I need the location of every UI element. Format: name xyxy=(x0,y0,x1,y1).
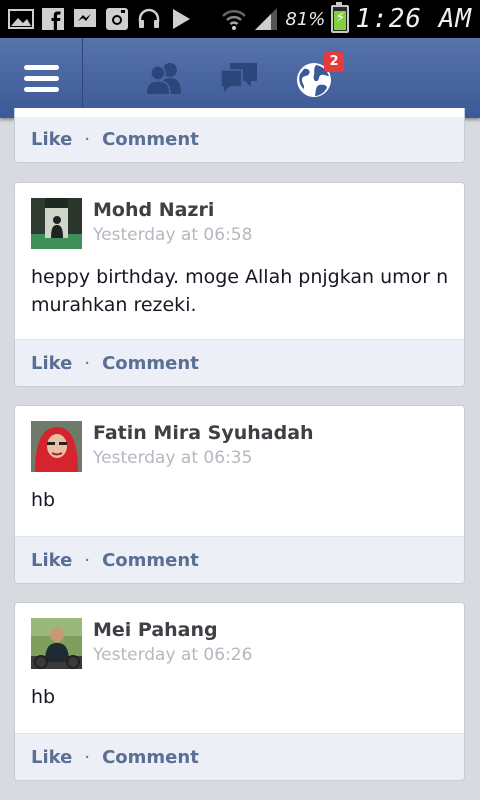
post-actions: Like · Comment xyxy=(15,117,464,162)
friend-requests-icon xyxy=(145,63,181,96)
commenter-name[interactable]: Fatin Mira Syuhadah xyxy=(93,422,314,444)
commenter-name[interactable]: Mei Pahang xyxy=(93,619,218,641)
commenter-name[interactable]: Mohd Nazri xyxy=(93,199,214,221)
battery-percent: 81% xyxy=(285,8,326,30)
signal-icon xyxy=(253,7,279,31)
facebook-icon xyxy=(40,7,66,31)
comment-button[interactable]: Comment xyxy=(102,129,199,150)
comment-button[interactable]: Comment xyxy=(102,353,199,374)
action-separator: · xyxy=(84,746,91,768)
messages-icon xyxy=(220,63,257,96)
comment-text: heppy birthday. moge Allah pnjgkan umor … xyxy=(31,266,449,316)
comment-timestamp: Yesterday at 06:26 xyxy=(93,645,253,665)
comment-timestamp: Yesterday at 06:58 xyxy=(93,225,253,245)
comment-actions: Like · Comment xyxy=(15,733,464,780)
menu-button[interactable] xyxy=(0,38,83,118)
play-store-icon xyxy=(168,7,194,31)
headphones-icon xyxy=(136,7,162,31)
like-button[interactable]: Like xyxy=(31,550,72,571)
comment-timestamp: Yesterday at 06:35 xyxy=(93,448,253,468)
gallery-icon xyxy=(8,7,34,31)
battery-charging-icon: ⚡ xyxy=(331,2,350,33)
messenger-icon xyxy=(72,7,98,31)
instagram-icon xyxy=(104,7,130,31)
friend-requests-button[interactable] xyxy=(143,60,185,98)
comment-card: Mohd Nazri Yesterday at 06:58 heppy birt… xyxy=(14,182,465,387)
notification-badge: 2 xyxy=(324,52,344,72)
previous-post-card: Like · Comment xyxy=(14,108,465,163)
like-button[interactable]: Like xyxy=(31,747,72,768)
comment-button[interactable]: Comment xyxy=(102,550,199,571)
status-bar: 81% ⚡ 1:26 AM xyxy=(0,0,480,38)
notifications-button[interactable]: 2 xyxy=(294,52,344,98)
like-button[interactable]: Like xyxy=(31,353,72,374)
action-separator: · xyxy=(84,352,91,374)
action-separator: · xyxy=(84,129,91,150)
comment-text: hb xyxy=(31,489,56,511)
messages-button[interactable] xyxy=(218,60,260,98)
comment-actions: Like · Comment xyxy=(15,536,464,583)
wifi-icon xyxy=(221,7,247,31)
comment-actions: Like · Comment xyxy=(15,339,464,386)
comment-card: Mei Pahang Yesterday at 06:26 hb Like · … xyxy=(14,602,465,781)
action-separator: · xyxy=(84,549,91,571)
avatar[interactable] xyxy=(31,421,82,472)
comment-text: hb xyxy=(31,686,56,708)
clock: 1:26 AM xyxy=(355,4,472,34)
comment-card: Fatin Mira Syuhadah Yesterday at 06:35 h… xyxy=(14,405,465,584)
comment-button[interactable]: Comment xyxy=(102,747,199,768)
menu-icon xyxy=(24,65,59,98)
facebook-header: 2 xyxy=(0,38,480,118)
avatar[interactable] xyxy=(31,618,82,669)
avatar[interactable] xyxy=(31,198,82,249)
like-button[interactable]: Like xyxy=(31,129,72,150)
